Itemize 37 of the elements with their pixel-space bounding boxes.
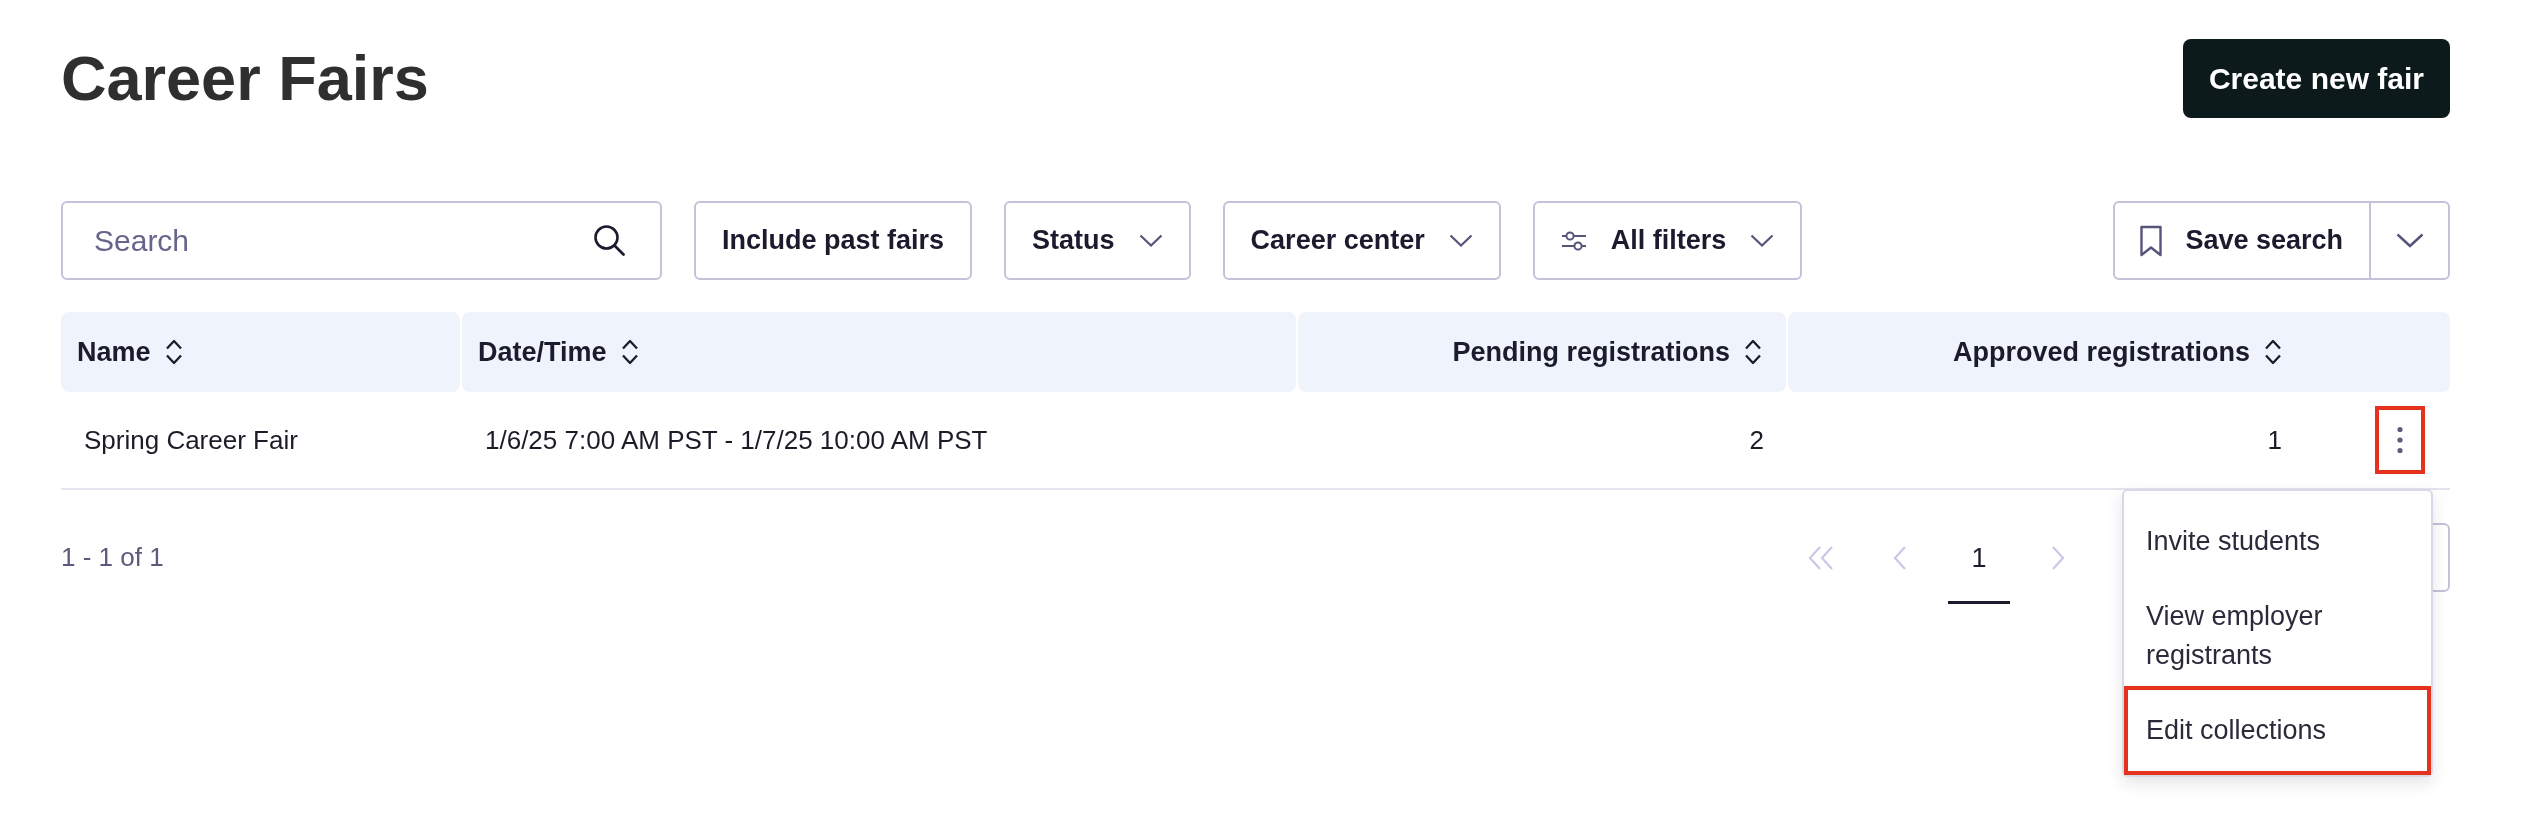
create-fair-button[interactable]: Create new fair — [2182, 39, 2450, 118]
dropdown-button[interactable]: Status — [1004, 201, 1191, 280]
table-cell-text: 2 — [1748, 424, 1765, 456]
chevron-down-icon — [2395, 233, 2424, 248]
sort-icon — [2264, 338, 2282, 366]
chevron-down-icon — [1750, 234, 1775, 247]
chevron-down-icon — [1138, 234, 1163, 247]
bookmark-icon — [2139, 224, 2164, 257]
menu-item[interactable]: Invite students — [2128, 501, 2427, 582]
column-header[interactable]: Approved registrations — [1788, 312, 2450, 392]
menu-item[interactable]: Edit collections — [2128, 690, 2427, 771]
result-range-text: 1 - 1 of 1 — [61, 541, 164, 574]
save-options-button[interactable] — [2369, 201, 2450, 280]
double-chevron-left-icon — [1808, 544, 1834, 571]
dropdown-button[interactable]: Career center — [1222, 201, 1501, 280]
search-icon — [593, 224, 625, 256]
table-cell-text: 1 — [2266, 424, 2283, 456]
filter-toggle-button[interactable]: Include past fairs — [694, 201, 973, 280]
chevron-right-icon — [2051, 544, 2065, 571]
vertical-dots-icon — [2396, 426, 2404, 454]
sliders-icon — [1560, 230, 1587, 251]
column-header[interactable]: Date/Time — [462, 312, 1296, 392]
column-header[interactable]: Pending registrations — [1298, 312, 1786, 392]
search-field[interactable]: Search — [61, 201, 662, 280]
table-cell-text: 1/6/25 7:00 AM PST - 1/7/25 10:00 AM PST — [484, 424, 989, 456]
chevron-left-icon — [1893, 544, 1907, 571]
table-cell-text: Spring Career Fair — [83, 424, 299, 456]
sort-icon — [164, 338, 183, 366]
column-header[interactable]: Name — [61, 312, 460, 392]
menu-item[interactable]: View employer registrants — [2128, 590, 2427, 682]
sort-icon — [620, 338, 639, 366]
save-search-button[interactable]: Save search — [2113, 201, 2371, 280]
sort-icon — [1744, 338, 1762, 366]
page-button[interactable]: 1 — [1948, 523, 2010, 604]
all-filters-button[interactable]: All filters — [1532, 201, 1803, 280]
chevron-down-icon — [1448, 234, 1473, 247]
page-title: Career Fairs — [61, 42, 429, 115]
